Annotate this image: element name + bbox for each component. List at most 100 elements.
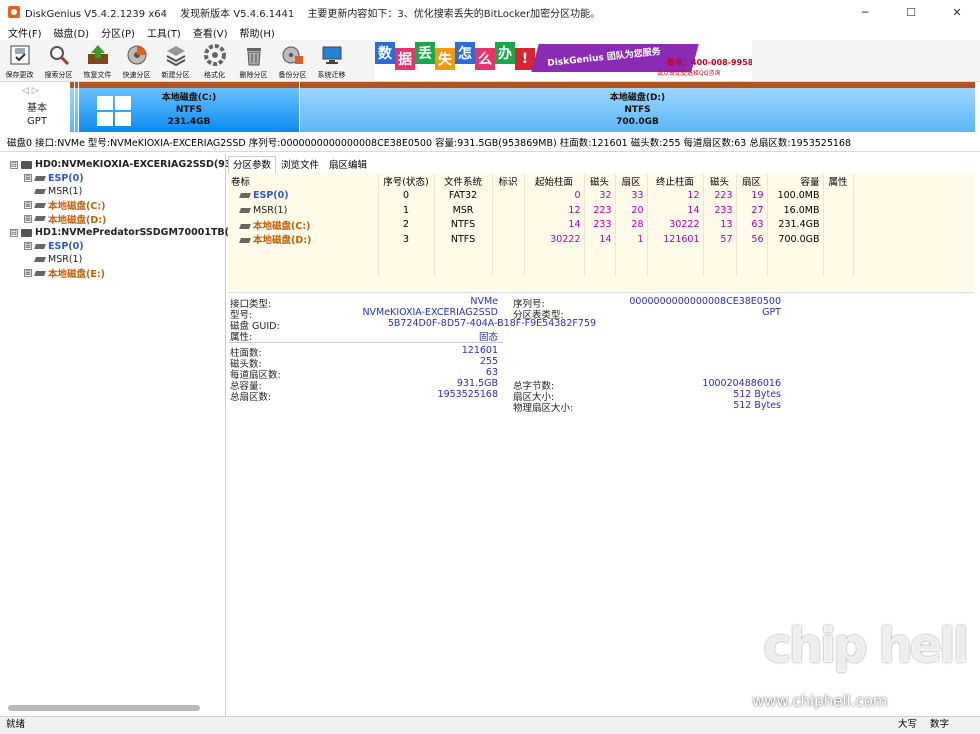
table-row[interactable]: ESP(0) 0 FAT32 0 32 33 12 223 19 100.0MB [228, 188, 854, 203]
col-index[interactable]: 序号(状态) [378, 174, 435, 189]
empty-cell [647, 261, 704, 276]
tree-expand-toggle[interactable]: ⊟ [10, 160, 18, 169]
cell-ss: 20 [615, 203, 648, 218]
quick-partition-button[interactable]: 快速分区 [117, 40, 156, 82]
tree-partition-node[interactable]: MSR(1) [24, 185, 82, 198]
backup-partition-button[interactable]: 备份分区 [273, 40, 312, 82]
empty-cell [584, 261, 616, 276]
save-changes-button[interactable]: 保存更改 [0, 40, 39, 82]
tree-partition-node[interactable]: ⊞ ESP(0) [24, 172, 84, 185]
tree-disk-node[interactable]: ⊟ HD0:NVMeKIOXIA-EXCERIAG2SSD(932 [10, 158, 238, 171]
partition-d-name: 本地磁盘(D:) [609, 93, 666, 103]
menu-tools[interactable]: 工具(T) [147, 25, 181, 40]
tree-partition-node[interactable]: ⊞ ESP(0) [24, 240, 84, 253]
cell-fs: NTFS [434, 232, 493, 247]
table-row[interactable]: 本地磁盘(C:) 2 NTFS 14 233 28 30222 13 63 231.4GB [228, 217, 854, 232]
partition-name: MSR(1) [253, 204, 288, 216]
status-caps-lock: 大写 [898, 719, 918, 730]
col-filesystem[interactable]: 文件系统 [434, 174, 493, 189]
empty-cell [492, 261, 525, 276]
cell-sc: 14 [524, 217, 585, 232]
tab-partition-params[interactable]: 分区参数 [228, 156, 277, 173]
tool-label: 备份分区 [278, 71, 307, 79]
partition-c-label: 本地磁盘(C:) NTFS 231.4GB [79, 92, 299, 128]
cell-fs: NTFS [434, 217, 493, 232]
partition-segment-c[interactable]: 本地磁盘(C:) NTFS 231.4GB [79, 82, 299, 132]
col-start-sector[interactable]: 扇区 [615, 174, 648, 189]
format-button[interactable]: 格式化 [195, 40, 234, 82]
empty-cell [823, 246, 854, 261]
col-end-head[interactable]: 磁头 [703, 174, 737, 189]
menu-partition[interactable]: 分区(P) [101, 25, 135, 40]
tree-expand-toggle[interactable]: ⊟ [10, 228, 18, 237]
close-button[interactable]: ✕ [934, 0, 980, 24]
cell-sc: 12 [524, 203, 585, 218]
empty-cell [615, 261, 648, 276]
new-partition-button[interactable]: 新建分区 [156, 40, 195, 82]
search-partition-button[interactable]: 搜索分区 [39, 40, 78, 82]
detail-serial-value: 0000000000000008CE38E0500 [629, 296, 781, 307]
partition-segment-esp[interactable] [70, 82, 74, 132]
chiphell-watermark: chip hell www.chiphell.com [752, 618, 972, 714]
app-logo-icon [8, 6, 20, 18]
new-partition-icon [164, 43, 188, 67]
menu-help[interactable]: 帮助(H) [240, 25, 275, 40]
ad-banner[interactable]: 数据丢失怎么办! DiskGenius 团队为您服务 致电：400-008-99… [375, 40, 752, 81]
detail-attribute-label: 属性: [230, 332, 253, 343]
cell-eh: 57 [703, 232, 737, 247]
banner-qq-link[interactable]: 或点击此处选择QQ咨询 [657, 68, 720, 77]
menu-file[interactable]: 文件(F) [8, 25, 42, 40]
col-capacity[interactable]: 容量 [767, 174, 824, 189]
partition-icon [34, 270, 46, 276]
tree-expand-toggle[interactable]: ⊞ [24, 242, 32, 251]
delete-icon [242, 43, 266, 67]
cell-name: MSR(1) [228, 203, 379, 218]
restore-files-button[interactable]: 恢复文件 [78, 40, 117, 82]
partition-segment-msr[interactable] [75, 82, 78, 132]
tool-label: 保存更改 [5, 71, 34, 79]
tree-horizontal-scrollbar[interactable] [8, 705, 200, 711]
col-start-head[interactable]: 磁头 [584, 174, 616, 189]
tree-expand-toggle[interactable]: ⊞ [24, 269, 32, 278]
tree-partition-node[interactable]: ⊞ 本地磁盘(C:) [24, 199, 105, 212]
partition-icon [239, 223, 251, 229]
tree-partition-node[interactable]: ⊞ 本地磁盘(D:) [24, 212, 107, 226]
tree-partition-node[interactable]: MSR(1) [24, 253, 82, 266]
disk-info-line: 磁盘0 接口:NVMe 型号:NVMeKIOXIA-EXCERIAG2SSD 序… [0, 136, 980, 152]
tree-node-label: HD0:NVMeKIOXIA-EXCERIAG2SSD(932 [35, 159, 239, 170]
menu-view[interactable]: 查看(V) [193, 25, 228, 40]
tree-expand-toggle[interactable]: ⊞ [24, 201, 32, 210]
tree-node-label: 本地磁盘(E:) [48, 269, 105, 281]
tab-browse-files[interactable]: 浏览文件 [276, 156, 324, 173]
col-attributes[interactable]: 属性 [823, 174, 854, 189]
cell-ec: 12 [647, 188, 704, 203]
cell-eh: 233 [703, 203, 737, 218]
minimize-button[interactable]: ─ [842, 0, 888, 24]
tab-sector-editor[interactable]: 扇区编辑 [324, 156, 372, 173]
disk-nav-arrows[interactable]: ◁ ▷ [22, 86, 39, 96]
table-row[interactable]: MSR(1) 1 MSR 12 223 20 14 233 27 16.0MB [228, 203, 854, 218]
maximize-button[interactable]: ☐ [888, 0, 934, 24]
col-end-cylinder[interactable]: 终止柱面 [647, 174, 704, 189]
partition-segment-d[interactable]: 本地磁盘(D:) NTFS 700.0GB [300, 82, 975, 132]
tree-expand-toggle[interactable]: ⊞ [24, 174, 32, 183]
detail-physical-sector-size-value: 512 Bytes [733, 400, 781, 411]
tree-partition-node[interactable]: ⊞ 本地磁盘(E:) [24, 267, 105, 280]
tree-node-label: 本地磁盘(D:) [48, 214, 107, 226]
partition-table: 卷标 序号(状态) 文件系统 标识 起始柱面 磁头 扇区 终止柱面 磁头 扇区 … [228, 174, 854, 276]
update-notice[interactable]: 发现新版本 V5.4.6.1441 [180, 9, 294, 20]
table-row[interactable]: 本地磁盘(D:) 3 NTFS 30222 14 1 121601 57 56 700.0GB [228, 232, 854, 247]
cell-cap: 700.0GB [767, 232, 824, 247]
col-flag[interactable]: 标识 [492, 174, 525, 189]
quick-partition-icon [125, 43, 149, 67]
cell-attr [823, 188, 854, 203]
tree-expand-toggle[interactable]: ⊞ [24, 214, 32, 223]
col-end-sector[interactable]: 扇区 [736, 174, 768, 189]
menu-disk[interactable]: 磁盘(D) [54, 25, 90, 40]
save-icon [8, 43, 32, 67]
col-start-cylinder[interactable]: 起始柱面 [524, 174, 585, 189]
delete-partition-button[interactable]: 删除分区 [234, 40, 273, 82]
system-migration-button[interactable]: 系统迁移 [312, 40, 351, 82]
col-volume[interactable]: 卷标 [228, 174, 379, 189]
tree-disk-node[interactable]: ⊟ HD1:NVMePredatorSSDGM70001TB(95 [10, 226, 242, 239]
